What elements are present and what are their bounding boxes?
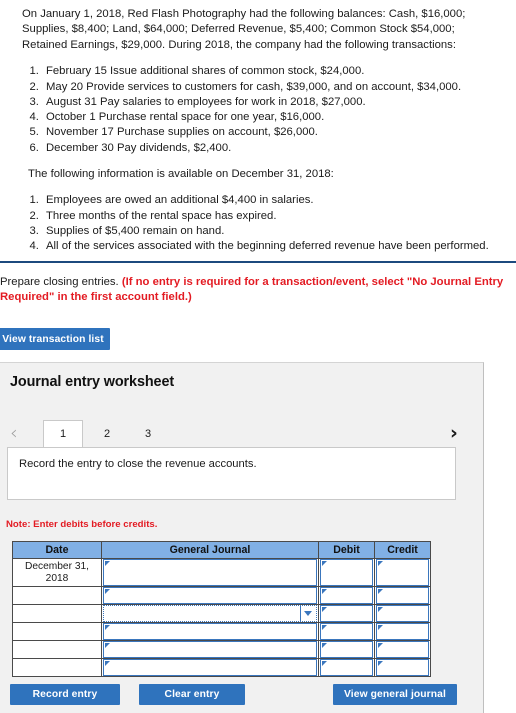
date-cell	[12, 622, 102, 641]
column-header-debit: Debit	[318, 541, 375, 559]
requirement-prompt: Prepare closing entries. (If no entry is…	[0, 275, 516, 305]
problem-statement: On January 1, 2018, Red Flash Photograph…	[0, 0, 516, 255]
journal-entry-table: Date General Journal Debit Credit Decemb…	[12, 541, 431, 677]
view-transaction-list-button[interactable]: View transaction list	[0, 328, 110, 350]
debits-before-credits-note: Note: Enter debits before credits.	[6, 519, 158, 530]
credit-input-6[interactable]	[376, 659, 429, 676]
tab-2-label: 2	[103, 427, 111, 440]
credit-input-2[interactable]	[376, 587, 429, 604]
debit-input-6[interactable]	[320, 659, 373, 676]
tab-2[interactable]: 2	[96, 420, 118, 447]
section-divider	[0, 261, 516, 263]
column-header-date: Date	[12, 541, 102, 559]
date-cell	[12, 586, 102, 605]
general-journal-cell	[101, 558, 319, 587]
credit-cell	[374, 640, 431, 659]
instruction-text: Record the entry to close the revenue ac…	[19, 458, 257, 470]
tab-3-label: 3	[144, 427, 152, 440]
chevron-right-icon[interactable]: ›	[450, 424, 458, 443]
account-select-6[interactable]	[103, 659, 317, 676]
credit-input-5[interactable]	[376, 641, 429, 658]
instruction-box: Record the entry to close the revenue ac…	[7, 447, 456, 500]
credit-cell	[374, 604, 431, 623]
general-journal-cell	[101, 658, 319, 677]
debit-input-1[interactable]	[320, 559, 373, 586]
credit-cell	[374, 586, 431, 605]
general-journal-cell	[101, 604, 319, 623]
credit-cell	[374, 622, 431, 641]
table-header-row: Date General Journal Debit Credit	[12, 541, 431, 559]
date-cell	[12, 658, 102, 677]
clear-entry-label: Clear entry	[164, 689, 220, 700]
table-row	[12, 622, 431, 641]
view-general-journal-label: View general journal	[344, 689, 446, 700]
clear-entry-button[interactable]: Clear entry	[139, 684, 245, 705]
page-root: On January 1, 2018, Red Flash Photograph…	[0, 0, 516, 713]
tab-1-label: 1	[59, 428, 67, 440]
debit-cell	[318, 622, 375, 641]
record-entry-button[interactable]: Record entry	[10, 684, 120, 705]
list-item: October 1 Purchase rental space for one …	[42, 110, 502, 125]
worksheet-tabs: ‹ 1 2 3 ›	[0, 420, 483, 447]
date-cell: December 31, 2018	[12, 558, 102, 587]
account-select-3[interactable]	[103, 605, 317, 622]
list-item: December 30 Pay dividends, $2,400.	[42, 141, 502, 156]
credit-cell	[374, 558, 431, 587]
debit-cell	[318, 604, 375, 623]
debit-input-3[interactable]	[320, 605, 373, 622]
account-select-4[interactable]	[103, 623, 317, 640]
requirement-lead-text: Prepare closing entries.	[0, 276, 119, 288]
list-item: August 31 Pay salaries to employees for …	[42, 95, 502, 110]
account-select-1[interactable]	[103, 559, 317, 586]
chevron-left-icon[interactable]: ‹	[10, 424, 18, 443]
journal-entry-worksheet-panel: Journal entry worksheet ‹ 1 2 3 › Record…	[0, 362, 484, 713]
list-item: All of the services associated with the …	[42, 239, 502, 254]
date-cell	[12, 604, 102, 623]
credit-cell	[374, 658, 431, 677]
account-select-5[interactable]	[103, 641, 317, 658]
debit-cell	[318, 640, 375, 659]
list-item: May 20 Provide services to customers for…	[42, 80, 502, 95]
list-item: Employees are owed an additional $4,400 …	[42, 193, 502, 208]
debit-cell	[318, 558, 375, 587]
general-journal-cell	[101, 622, 319, 641]
chevron-down-icon[interactable]	[300, 606, 314, 621]
debit-input-4[interactable]	[320, 623, 373, 640]
debit-input-5[interactable]	[320, 641, 373, 658]
account-select-2[interactable]	[103, 587, 317, 604]
table-row	[12, 658, 431, 677]
problem-intro-paragraph: On January 1, 2018, Red Flash Photograph…	[22, 8, 466, 51]
credit-input-4[interactable]	[376, 623, 429, 640]
table-row	[12, 586, 431, 605]
general-journal-cell	[101, 640, 319, 659]
view-transaction-list-label: View transaction list	[2, 333, 104, 345]
tab-1[interactable]: 1	[43, 420, 83, 447]
list-item: February 15 Issue additional shares of c…	[42, 64, 502, 79]
credit-input-3[interactable]	[376, 605, 429, 622]
credit-input-1[interactable]	[376, 559, 429, 586]
general-journal-cell	[101, 586, 319, 605]
list-item: Three months of the rental space has exp…	[42, 209, 502, 224]
debit-cell	[318, 586, 375, 605]
debit-cell	[318, 658, 375, 677]
view-general-journal-button[interactable]: View general journal	[333, 684, 457, 705]
page-title: Journal entry worksheet	[10, 374, 175, 390]
date-cell	[12, 640, 102, 659]
transaction-list: February 15 Issue additional shares of c…	[22, 64, 502, 156]
column-header-credit: Credit	[374, 541, 431, 559]
table-row: December 31, 2018	[12, 558, 431, 587]
adjustment-list: Employees are owed an additional $4,400 …	[22, 193, 502, 254]
list-item: November 17 Purchase supplies on account…	[42, 125, 502, 140]
tab-3[interactable]: 3	[137, 420, 159, 447]
table-row	[12, 604, 431, 623]
column-header-general-journal: General Journal	[101, 541, 319, 559]
available-info-heading: The following information is available o…	[28, 168, 334, 180]
record-entry-label: Record entry	[32, 689, 98, 700]
debit-input-2[interactable]	[320, 587, 373, 604]
table-row	[12, 640, 431, 659]
list-item: Supplies of $5,400 remain on hand.	[42, 224, 502, 239]
